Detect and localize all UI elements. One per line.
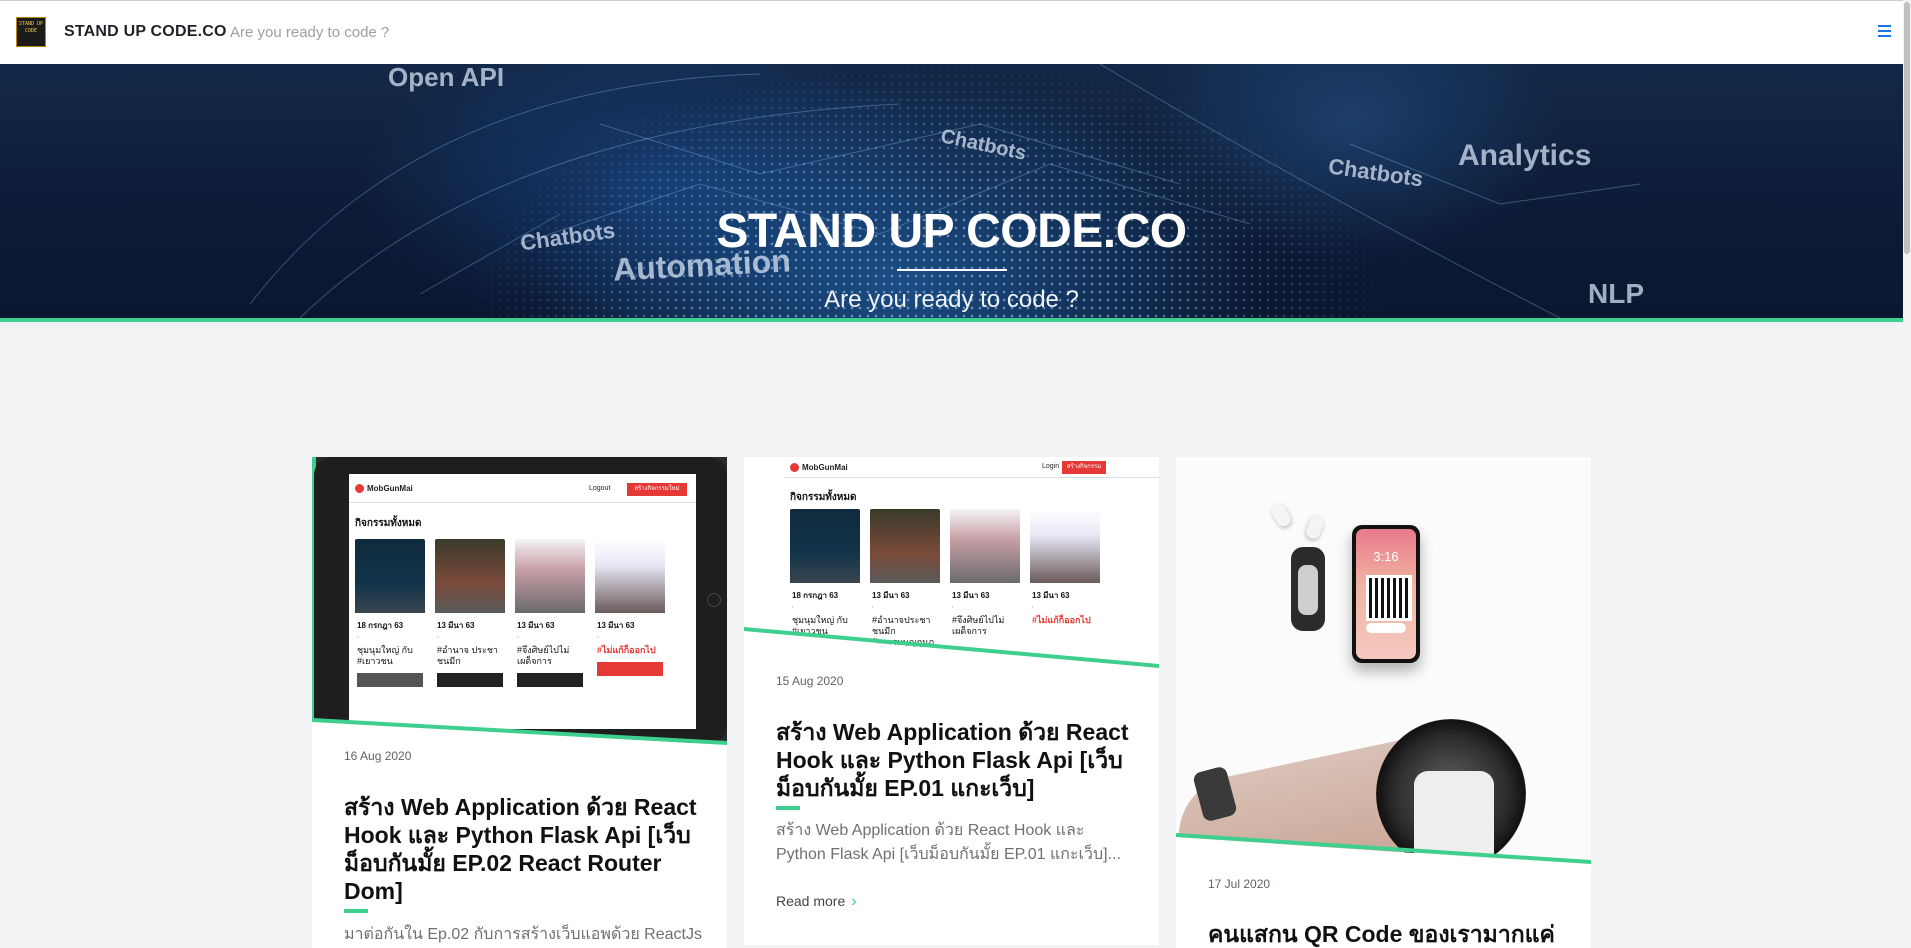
title-accent-bar	[776, 806, 800, 810]
mock-brand: MobGunMai	[367, 484, 413, 493]
event-tag: #อำนาจ ประชาชนมีก	[437, 645, 498, 666]
phone-time: 3:16	[1373, 549, 1399, 564]
event-date: 13 มีนา 63	[517, 621, 555, 630]
site-tagline: Are you ready to code ?	[230, 24, 390, 41]
event-tag: ชุมนุมใหญ่ กับ #เยาวชน	[357, 645, 413, 666]
read-more-link[interactable]: Read more ›	[776, 893, 857, 911]
airpod-icon	[1268, 501, 1294, 529]
qr-code-icon	[1366, 575, 1412, 621]
site-logo[interactable]: STAND UP CODE	[16, 17, 46, 47]
post-title[interactable]: คนแสกน QR Code ของเรามากแค่	[1208, 920, 1568, 948]
post-card[interactable]: 3:16 17 Jul 2020 คนแสกน QR Code ของเรามา…	[1176, 457, 1591, 948]
event-poster: 13 มีนา 63 • #ไม่แก้ก็ออกไป	[595, 539, 665, 676]
event-date: 13 มีนา 63	[437, 621, 475, 630]
card-slant-divider	[744, 627, 1159, 677]
mock-brand: MobGunMai	[802, 463, 848, 472]
mock-section-title: กิจกรรมทั้งหมด	[790, 492, 857, 503]
hero-word: Open API	[388, 64, 505, 92]
read-more-label: Read more	[776, 893, 846, 909]
hero-divider	[897, 269, 1007, 271]
mock-create-button: สร้างกิจกรรมใหม่	[627, 483, 687, 496]
post-date: 17 Jul 2020	[1208, 877, 1271, 891]
hamburger-menu-icon[interactable]	[1878, 25, 1891, 37]
event-poster: 18 กรกฎา 63 • ชุมนุมใหญ่ กับ #เยาวชน	[355, 539, 425, 687]
event-poster: 13 มีนา 63 • #จึงศิษย์ไปไม่ เผด็จการ	[515, 539, 585, 687]
mob-logo-icon	[790, 463, 799, 472]
post-excerpt: สร้าง Web Application ด้วย React Hook แล…	[776, 822, 1121, 863]
scrollbar-thumb[interactable]	[1904, 2, 1910, 254]
event-date: 18 กรกฎา 63	[357, 621, 404, 630]
event-date: 13 มีนา 63	[1032, 591, 1070, 600]
event-date: 13 มีนา 63	[597, 621, 635, 630]
chevron-right-icon: ›	[851, 893, 857, 910]
mock-create-button: สร้างกิจกรรมใหม่	[1062, 461, 1106, 483]
post-date: 15 Aug 2020	[776, 674, 844, 688]
post-thumbnail[interactable]: 3:16	[1176, 457, 1591, 877]
post-title[interactable]: สร้าง Web Application ด้วย React Hook แล…	[344, 793, 704, 905]
post-title[interactable]: สร้าง Web Application ด้วย React Hook แล…	[776, 718, 1136, 802]
tablet-screen: MobGunMai Logout สร้างกิจกรรมใหม่ กิจกรร…	[349, 474, 696, 729]
page-scrollbar[interactable]	[1903, 0, 1911, 948]
airpod-icon	[1304, 513, 1326, 541]
event-tag: #จึงศิษย์ไปไม่ เผด็จการ	[517, 645, 570, 666]
top-navbar: STAND UP CODE STAND UP CODE.CO Are you r…	[0, 0, 1903, 64]
hero-word: Analytics	[1458, 139, 1592, 172]
event-poster: 13 มีนา 63 • #ไม่แก้ก็ออกไป	[1030, 509, 1100, 626]
event-date: 18 กรกฎา 63	[792, 591, 839, 600]
post-card[interactable]: MobGunMai Logout สร้างกิจกรรมใหม่ กิจกรร…	[312, 457, 727, 948]
mock-login: Login	[1042, 463, 1060, 470]
mock-section-title: กิจกรรมทั้งหมด	[355, 518, 422, 529]
hero-subtitle: Are you ready to code ?	[824, 286, 1079, 313]
event-date: 13 มีนา 63	[872, 591, 910, 600]
post-excerpt: มาต่อกันใน Ep.02 กับการสร้างเว็บแอพด้วย …	[344, 926, 702, 943]
title-accent-bar	[344, 909, 368, 913]
card-slant-divider	[312, 718, 727, 747]
event-poster: 13 มีนา 63 • #อำนาจ ประชาชนมีก	[435, 539, 505, 687]
hero-title: STAND UP CODE.CO	[716, 205, 1187, 258]
mock-logout: Logout	[589, 485, 611, 492]
event-tag: #ไม่แก้ก็ออกไป	[597, 645, 656, 655]
mob-logo-icon	[355, 484, 364, 493]
event-date: 13 มีนา 63	[952, 591, 990, 600]
hero-accent-line	[0, 318, 1903, 322]
post-date: 16 Aug 2020	[344, 749, 412, 763]
site-title[interactable]: STAND UP CODE.CO	[64, 23, 227, 41]
logo-text: STAND UP CODE	[18, 21, 44, 34]
hero-banner: Open API Chatbots Analytics Chatbots Aut…	[0, 64, 1903, 318]
phone-icon: 3:16	[1352, 525, 1420, 663]
post-card[interactable]: MobGunMai Login สร้างกิจกรรมใหม่ กิจกรรม…	[744, 457, 1159, 945]
